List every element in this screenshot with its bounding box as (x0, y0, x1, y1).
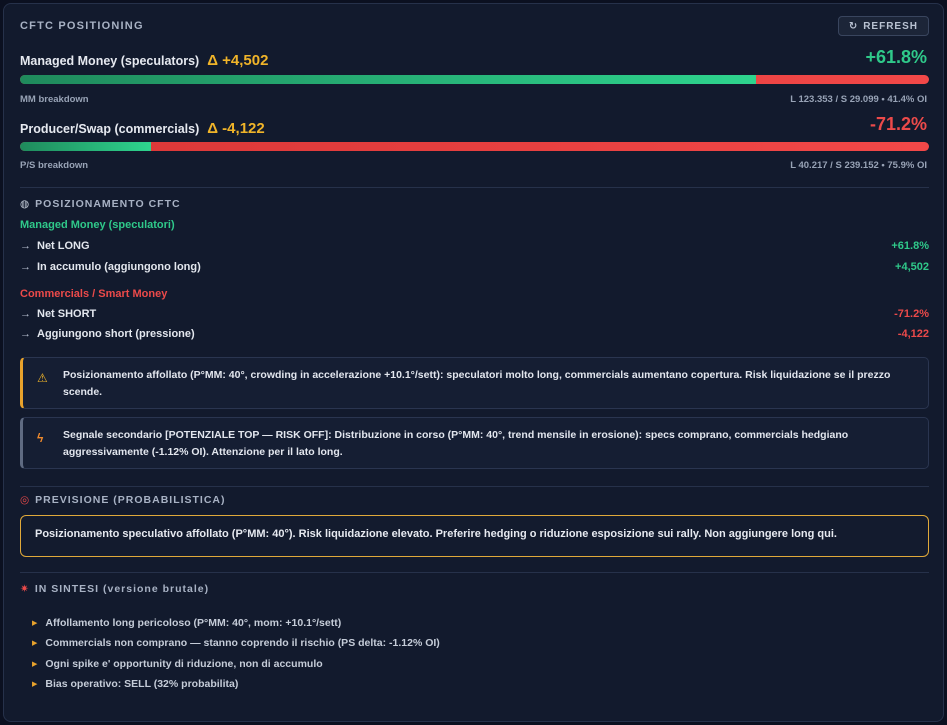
mm-row: Managed Money (speculators) Δ +4,502 (20, 52, 268, 69)
target-icon: ◎ (20, 494, 31, 506)
globe-icon: ◍ (20, 198, 31, 210)
mm-title: Managed Money (speculators) (20, 54, 200, 68)
lightning-icon: ϟ (37, 431, 44, 445)
ps-bar (20, 142, 929, 151)
summary-bullet: ▶ Affollamento long pericoloso (P°MM: 40°… (32, 617, 342, 629)
forecast-section-title: ◎ PREVISIONE (PROBABILISTICA) (20, 494, 226, 506)
mm-group-title: Managed Money (speculatori) (20, 219, 175, 231)
list-item: → Net LONG +61.8% (20, 240, 929, 252)
list-item: → Net SHORT -71.2% (20, 308, 929, 320)
mm-breakdown-label: MM breakdown (20, 94, 89, 105)
summary-section-title: ✷ IN SINTESI (versione brutale) (20, 583, 210, 595)
divider (20, 187, 929, 188)
ps-row: Producer/Swap (commercials) Δ -4,122 (20, 120, 265, 137)
ps-title: Producer/Swap (commercials) (20, 122, 200, 136)
mm-delta: Δ +4,502 (207, 52, 269, 69)
refresh-label: REFRESH (863, 20, 918, 32)
signal-alert: ϟ Segnale secondario [POTENZIALE TOP — R… (20, 417, 929, 469)
refresh-button[interactable]: ↻ REFRESH (837, 16, 929, 36)
warning-icon: ⚠ (37, 371, 48, 385)
mm-percent: +61.8% (865, 47, 927, 67)
list-item: → Aggiungono short (pressione) -4,122 (20, 328, 929, 340)
ps-delta: Δ -4,122 (207, 120, 265, 137)
warning-alert: ⚠ Posizionamento affollato (P°MM: 40°, c… (20, 357, 929, 409)
forecast-box: Posizionamento speculativo affollato (P°… (20, 515, 929, 557)
refresh-icon: ↻ (848, 20, 859, 32)
ps-percent: -71.2% (869, 114, 927, 134)
cm-group-title: Commercials / Smart Money (20, 288, 168, 300)
mm-bar-long-fill (20, 75, 757, 84)
card-title: CFTC POSITIONING (20, 20, 144, 32)
ps-breakdown-label: P/S breakdown (20, 160, 89, 171)
burst-icon: ✷ (20, 583, 30, 595)
summary-bullet: ▶ Bias operativo: SELL (32% probabilita) (32, 678, 239, 690)
summary-bullet: ▶ Commercials non comprano — stanno copre… (32, 637, 440, 649)
ps-bar-long-fill (20, 142, 151, 151)
list-item: → In accumulo (aggiungono long) +4,502 (20, 261, 929, 273)
cftc-card: CFTC POSITIONING ↻ REFRESH Managed Money… (3, 3, 944, 722)
divider (20, 572, 929, 573)
positioning-section-title: ◍ POSIZIONAMENTO CFTC (20, 198, 181, 210)
divider (20, 486, 929, 487)
mm-breakdown-values: L 123.353 / S 29.099 • 41.4% OI (790, 94, 927, 105)
mm-bar (20, 75, 929, 84)
ps-breakdown-values: L 40.217 / S 239.152 • 75.9% OI (790, 160, 927, 171)
summary-bullet: ▶ Ogni spike e' opportunity di riduzione,… (32, 658, 323, 670)
